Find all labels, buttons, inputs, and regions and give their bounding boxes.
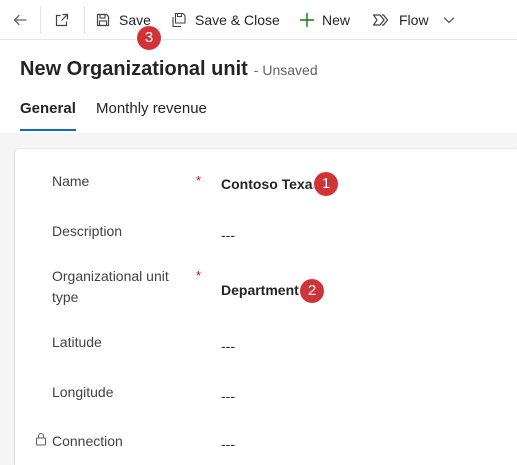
toolbar-divider bbox=[40, 6, 41, 34]
flow-label: Flow bbox=[399, 12, 429, 28]
connection-field: --- bbox=[221, 436, 235, 452]
latitude-label: Latitude bbox=[52, 334, 102, 350]
form-canvas: Name * Contoso Texas Description --- Org… bbox=[0, 133, 517, 465]
command-bar: Save Save & Close New Flow bbox=[0, 0, 517, 40]
callout-badge-3: 3 bbox=[137, 26, 161, 50]
callout-badge-1: 1 bbox=[314, 172, 338, 196]
longitude-field[interactable]: --- bbox=[221, 388, 235, 404]
toolbar-divider bbox=[84, 6, 85, 34]
save-and-close-button[interactable]: Save & Close bbox=[171, 0, 280, 40]
general-section-card: Name * Contoso Texas Description --- Org… bbox=[15, 149, 517, 465]
lock-icon bbox=[35, 432, 47, 446]
org-unit-type-label-line1: Organizational unit bbox=[52, 268, 169, 284]
save-close-icon bbox=[171, 12, 187, 28]
description-label: Description bbox=[52, 223, 123, 239]
page-title: New Organizational unit bbox=[20, 58, 248, 80]
longitude-label: Longitude bbox=[52, 384, 114, 400]
name-field[interactable]: Contoso Texas bbox=[221, 176, 320, 192]
org-unit-type-required-indicator: * bbox=[196, 268, 202, 283]
org-unit-type-label-line2: type bbox=[52, 289, 79, 305]
latitude-field[interactable]: --- bbox=[221, 338, 235, 354]
chevron-down-icon[interactable] bbox=[443, 14, 455, 26]
popout-icon bbox=[54, 12, 70, 28]
record-header: New Organizational unit - Unsaved bbox=[20, 58, 318, 81]
plus-icon bbox=[299, 12, 315, 28]
save-and-close-label: Save & Close bbox=[195, 12, 280, 28]
flow-button[interactable]: Flow bbox=[372, 0, 455, 40]
description-field[interactable]: --- bbox=[221, 227, 235, 243]
flow-icon bbox=[372, 12, 390, 28]
open-in-new-window-button[interactable] bbox=[52, 0, 72, 40]
active-tab-indicator bbox=[20, 129, 76, 131]
save-icon bbox=[95, 12, 111, 28]
tab-general[interactable]: General bbox=[20, 100, 76, 117]
back-arrow-icon bbox=[12, 12, 28, 28]
name-label: Name bbox=[52, 173, 90, 189]
new-button[interactable]: New bbox=[299, 0, 350, 40]
new-label: New bbox=[322, 12, 351, 28]
callout-badge-2: 2 bbox=[300, 279, 324, 303]
unsaved-status: - Unsaved bbox=[253, 62, 318, 78]
name-required-indicator: * bbox=[196, 173, 202, 188]
org-unit-type-field[interactable]: Department bbox=[221, 282, 299, 298]
connection-label: Connection bbox=[52, 433, 123, 449]
back-button[interactable] bbox=[8, 0, 32, 40]
tab-monthly-revenue[interactable]: Monthly revenue bbox=[96, 100, 207, 117]
